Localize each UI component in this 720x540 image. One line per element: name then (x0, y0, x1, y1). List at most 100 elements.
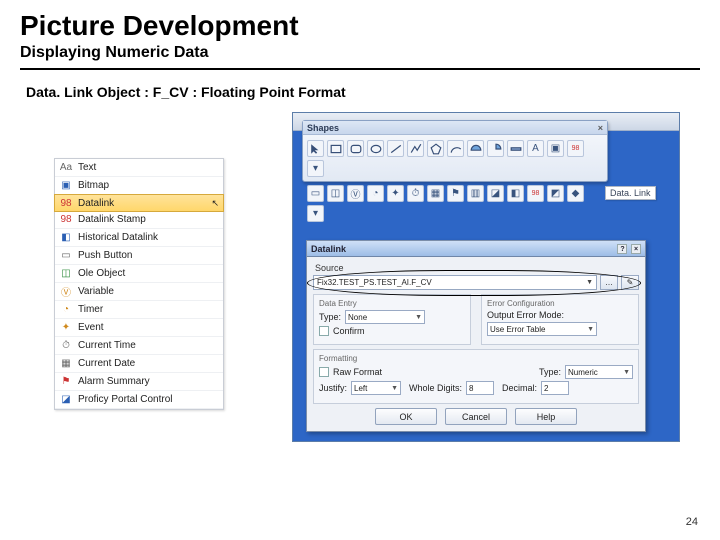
button-icon[interactable]: ▭ (307, 185, 324, 202)
edit-button[interactable]: ✎ (621, 275, 639, 290)
data-entry-group: Data Entry Type: None ▼ Confirm (313, 294, 471, 345)
data-entry-header: Data Entry (319, 299, 465, 308)
date-icon[interactable]: ▦ (427, 185, 444, 202)
decimal-input[interactable]: 2 (541, 381, 569, 395)
variable-icon[interactable]: Ⓥ (347, 185, 364, 202)
timer-icon[interactable]: ◔ (367, 185, 384, 202)
portal-icon[interactable]: ◪ (487, 185, 504, 202)
tool-b-icon[interactable]: ◆ (567, 185, 584, 202)
palette-item-timer[interactable]: ◔Timer (55, 301, 223, 319)
alarm-icon[interactable]: ⚑ (447, 185, 464, 202)
ole-icon: ◫ (59, 267, 73, 281)
datalink-dialog: Datalink ? × Source Fix32.TEST_PS.TEST_A… (306, 240, 646, 432)
palette-item-label: Current Date (78, 358, 135, 369)
chevron-down-icon[interactable]: ▼ (586, 276, 593, 290)
cancel-button[interactable]: Cancel (445, 408, 507, 425)
pushbutton-icon: ▭ (59, 249, 73, 263)
decimal-value: 2 (544, 384, 548, 393)
more-icon[interactable]: ▾ (307, 160, 324, 177)
raw-format-checkbox[interactable] (319, 367, 329, 377)
rounded-rect-icon[interactable] (347, 140, 364, 157)
palette-item-label: Text (78, 162, 96, 173)
ok-button[interactable]: OK (375, 408, 437, 425)
error-config-group: Error Configuration Output Error Mode: U… (481, 294, 639, 345)
datalink-icon[interactable]: 98 (567, 140, 584, 157)
dropdown-icon[interactable]: ▾ (307, 205, 324, 222)
text-icon[interactable]: A (527, 140, 544, 157)
pie-icon[interactable] (487, 140, 504, 157)
raw-format-label: Raw Format (333, 367, 382, 377)
divider (20, 68, 700, 70)
palette-item-alarm[interactable]: ⚑Alarm Summary (55, 373, 223, 391)
formatting-header: Formatting (319, 354, 633, 363)
palette-item-label: Bitmap (78, 180, 109, 191)
palette-item-ole[interactable]: ◫Ole Object (55, 265, 223, 283)
palette-item-event[interactable]: ✦Event (55, 319, 223, 337)
dialog-title: Datalink (311, 244, 346, 254)
type-label: Type: (319, 312, 341, 322)
palette-item-label: Push Button (78, 250, 132, 261)
palette-item-historical[interactable]: ◧Historical Datalink (55, 229, 223, 247)
palette-item-variable[interactable]: ⓋVariable (55, 283, 223, 301)
chord-icon[interactable] (467, 140, 484, 157)
palette-item-current-date[interactable]: ▦Current Date (55, 355, 223, 373)
palette-item-portal[interactable]: ◪Proficy Portal Control (55, 391, 223, 409)
whole-digits-label: Whole Digits: (409, 383, 462, 393)
ole-icon[interactable]: ◫ (327, 185, 344, 202)
whole-digits-input[interactable]: 8 (466, 381, 494, 395)
justify-select[interactable]: Left▼ (351, 381, 401, 395)
type-value: None (348, 313, 367, 322)
line-icon[interactable] (387, 140, 404, 157)
datalink-hint-label: Data. Link (605, 186, 656, 200)
close-icon[interactable]: × (631, 244, 641, 254)
bitmap-icon: ▣ (59, 179, 73, 193)
shapes-toolbar-title: Shapes (307, 123, 339, 133)
rectangle-icon[interactable] (327, 140, 344, 157)
browse-button[interactable]: … (600, 275, 618, 290)
polyline-icon[interactable] (407, 140, 424, 157)
palette-item-label: Datalink (78, 198, 114, 209)
type-select[interactable]: None ▼ (345, 310, 425, 324)
confirm-checkbox[interactable] (319, 326, 329, 336)
palette-item-label: Event (78, 322, 104, 333)
oval-icon[interactable] (367, 140, 384, 157)
bitmap-icon[interactable]: ▣ (547, 140, 564, 157)
chevron-down-icon: ▼ (623, 369, 630, 376)
alarm-icon: ⚑ (59, 375, 73, 389)
pipe-icon[interactable] (507, 140, 524, 157)
chart-icon[interactable]: ▥ (467, 185, 484, 202)
palette-item-datalink-stamp[interactable]: 98Datalink Stamp (55, 211, 223, 229)
historical-icon[interactable]: ◧ (507, 185, 524, 202)
palette-item-bitmap[interactable]: ▣ Bitmap (55, 177, 223, 195)
palette-item-current-time[interactable]: ⏱Current Time (55, 337, 223, 355)
time-icon[interactable]: ⏱ (407, 185, 424, 202)
format-type-select[interactable]: Numeric▼ (565, 365, 633, 379)
error-config-header: Error Configuration (487, 299, 633, 308)
tool-a-icon[interactable]: ◩ (547, 185, 564, 202)
palette-item-pushbutton[interactable]: ▭ Push Button (55, 247, 223, 265)
help-icon[interactable]: ? (617, 244, 627, 254)
error-mode-select[interactable]: Use Error Table▼ (487, 322, 597, 336)
palette-item-text[interactable]: Aa Text (55, 159, 223, 177)
error-mode-value: Use Error Table (490, 325, 545, 334)
palette-item-datalink[interactable]: 98Datalink↖ (54, 194, 224, 212)
confirm-label: Confirm (333, 326, 365, 336)
stamp-icon[interactable]: 98 (527, 185, 544, 202)
chevron-down-icon: ▼ (415, 314, 422, 321)
source-value: Fix32.TEST_PS.TEST_AI.F_CV (317, 276, 432, 290)
whole-digits-value: 8 (469, 384, 473, 393)
pointer-icon[interactable] (307, 140, 324, 157)
arc-icon[interactable] (447, 140, 464, 157)
text-icon: Aa (59, 161, 73, 175)
historical-icon: ◧ (59, 231, 73, 245)
cursor-icon: ↖ (211, 198, 219, 209)
close-icon[interactable]: × (598, 123, 603, 133)
error-mode-label: Output Error Mode: (487, 310, 564, 320)
event-icon[interactable]: ✦ (387, 185, 404, 202)
justify-value: Left (354, 384, 367, 393)
source-input[interactable]: Fix32.TEST_PS.TEST_AI.F_CV ▼ (313, 275, 597, 290)
polygon-icon[interactable] (427, 140, 444, 157)
palette-item-label: Datalink Stamp (78, 214, 146, 225)
format-type-label: Type: (539, 367, 561, 377)
help-button[interactable]: Help (515, 408, 577, 425)
